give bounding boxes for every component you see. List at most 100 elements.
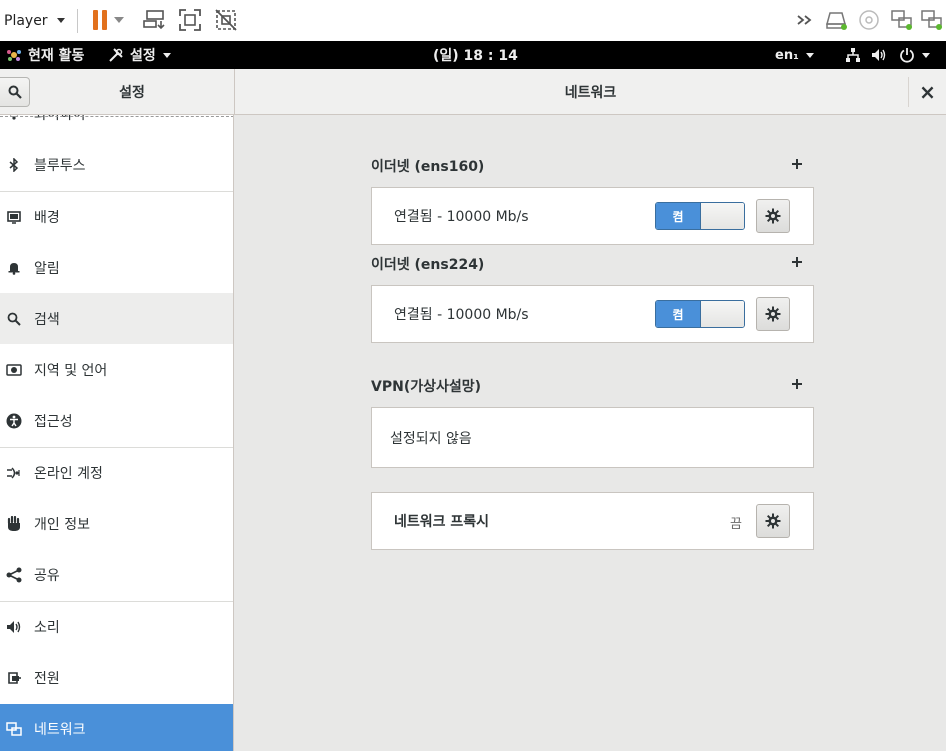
app-menu-label: 설정 bbox=[130, 48, 156, 64]
ethernet-ens160-status: 연결됨 - 10000 Mb/s bbox=[394, 209, 529, 225]
sidebar-item-label: 온라인 계정 bbox=[34, 466, 103, 483]
cd-device-button[interactable] bbox=[855, 6, 883, 34]
network-adapter-icon bbox=[891, 10, 912, 30]
chevron-down-icon bbox=[114, 17, 124, 23]
ethernet-ens224-card: 연결됨 - 10000 Mb/s 켬 bbox=[371, 285, 814, 343]
vpn-heading: VPN(가상사설망) bbox=[371, 379, 482, 395]
sidebar-item-region[interactable]: 지역 및 언어 bbox=[0, 344, 233, 395]
close-button[interactable]: × bbox=[908, 77, 946, 107]
network-proxy-status: 끔 bbox=[730, 517, 742, 532]
privacy-hand-icon bbox=[6, 516, 22, 532]
background-icon bbox=[6, 209, 22, 225]
toggle-on-label: 켬 bbox=[656, 203, 700, 229]
network-adapter-1-button[interactable] bbox=[888, 6, 916, 34]
accessibility-icon bbox=[6, 413, 22, 429]
sidebar-item-bluetooth[interactable]: 블루투스 bbox=[0, 139, 233, 190]
network-icon bbox=[6, 721, 22, 737]
sidebar-item-sharing[interactable]: 공유 bbox=[0, 550, 233, 601]
power-menu-dropdown[interactable] bbox=[111, 6, 127, 34]
search-icon bbox=[8, 85, 22, 99]
sidebar-item-power[interactable]: 전원 bbox=[0, 652, 233, 703]
toggle-on-label: 켬 bbox=[656, 301, 700, 327]
add-ethernet-ens160-button[interactable] bbox=[789, 156, 805, 172]
input-method-button[interactable]: en₁ bbox=[775, 41, 814, 69]
sidebar-item-online-accounts[interactable]: 온라인 계정 bbox=[0, 447, 233, 498]
network-proxy-card[interactable]: 네트워크 프록시 끔 bbox=[371, 492, 814, 550]
ethernet-ens224-toggle[interactable]: 켬 bbox=[655, 300, 745, 328]
region-icon bbox=[6, 362, 22, 378]
gear-icon bbox=[765, 306, 781, 322]
toolbar-divider bbox=[76, 8, 78, 33]
network-send-icon bbox=[143, 10, 165, 30]
sound-icon bbox=[6, 619, 22, 635]
activities-button[interactable]: 현재 활동 bbox=[6, 41, 84, 69]
sidebar-item-accessibility[interactable]: 접근성 bbox=[0, 396, 233, 447]
ethernet-ens160-toggle[interactable]: 켬 bbox=[655, 202, 745, 230]
sidebar-item-search[interactable]: 검색 bbox=[0, 293, 233, 345]
sidebar-item-label: 검색 bbox=[34, 311, 60, 328]
sidebar-item-label: 공유 bbox=[34, 568, 60, 585]
unity-disabled-icon bbox=[215, 9, 237, 31]
network-proxy-settings-button[interactable] bbox=[756, 504, 790, 538]
search-icon bbox=[6, 311, 22, 327]
fullscreen-icon bbox=[179, 9, 201, 31]
share-icon bbox=[6, 567, 22, 583]
page-title: 네트워크 bbox=[564, 85, 617, 101]
ethernet-ens224-heading: 이더넷 (ens224) bbox=[371, 257, 485, 273]
power-icon bbox=[900, 48, 914, 63]
sidebar-item-label: 배경 bbox=[34, 209, 60, 226]
vpn-status: 설정되지 않음 bbox=[390, 430, 472, 447]
sidebar-item-sound[interactable]: 소리 bbox=[0, 600, 233, 652]
sidebar-item-label: 전원 bbox=[34, 670, 60, 687]
player-menu-label: Player bbox=[4, 12, 48, 29]
double-chevron-right-icon bbox=[797, 15, 812, 25]
gear-icon bbox=[765, 208, 781, 224]
sidebar-title: 설정 bbox=[119, 85, 145, 101]
chevron-down-icon bbox=[922, 52, 930, 58]
online-accounts-icon bbox=[6, 465, 22, 481]
app-menu-button[interactable]: 설정 bbox=[108, 41, 171, 69]
clock-button[interactable]: (일) 18 : 14 bbox=[433, 41, 518, 69]
sidebar-item-network[interactable]: 네트워크 bbox=[0, 703, 233, 751]
bell-icon bbox=[6, 260, 22, 276]
tools-icon bbox=[109, 48, 123, 62]
player-menu-button[interactable]: Player bbox=[0, 0, 65, 41]
network-adapter-icon bbox=[921, 10, 942, 30]
ethernet-ens160-settings-button[interactable] bbox=[756, 199, 790, 233]
sidebar-item-wifi[interactable]: 와이파이 bbox=[0, 115, 233, 139]
sidebar-item-label: 개인 정보 bbox=[34, 517, 90, 534]
close-icon: × bbox=[919, 80, 936, 104]
hard-disk-device-button[interactable] bbox=[823, 6, 851, 34]
toggle-knob bbox=[700, 203, 744, 229]
unity-mode-button[interactable] bbox=[212, 6, 240, 34]
sidebar-item-privacy[interactable]: 개인 정보 bbox=[0, 498, 233, 549]
vpn-card: 설정되지 않음 bbox=[371, 407, 814, 468]
chevron-down-icon bbox=[56, 18, 65, 23]
sidebar-item-label: 접근성 bbox=[34, 414, 73, 431]
fullscreen-button[interactable] bbox=[176, 6, 204, 34]
sidebar-item-label: 블루투스 bbox=[34, 157, 86, 174]
system-status-menu[interactable] bbox=[845, 41, 930, 69]
bluetooth-icon bbox=[6, 157, 22, 173]
add-vpn-button[interactable] bbox=[789, 376, 805, 392]
sidebar-item-notifications[interactable]: 알림 bbox=[0, 242, 233, 293]
settings-headerbar: 설정 네트워크 × bbox=[0, 69, 946, 115]
send-ctrl-alt-del-button[interactable] bbox=[141, 6, 169, 34]
add-ethernet-ens224-button[interactable] bbox=[789, 254, 805, 270]
sidebar-item-label: 소리 bbox=[34, 620, 60, 637]
pause-button[interactable] bbox=[86, 6, 114, 34]
sidebar-item-background[interactable]: 배경 bbox=[0, 190, 233, 242]
scroll-edge-divider bbox=[0, 116, 233, 117]
ethernet-ens160-card: 연결됨 - 10000 Mb/s 켬 bbox=[371, 187, 814, 245]
more-devices-button[interactable] bbox=[792, 6, 820, 34]
player-toolbar: Player bbox=[0, 0, 946, 41]
sidebar-item-label: 알림 bbox=[34, 260, 60, 277]
toggle-knob bbox=[700, 301, 744, 327]
clock-label: (일) 18 : 14 bbox=[433, 48, 518, 64]
ethernet-ens224-settings-button[interactable] bbox=[756, 297, 790, 331]
chevron-down-icon bbox=[805, 52, 814, 58]
input-method-label: en₁ bbox=[775, 47, 799, 63]
search-button[interactable] bbox=[0, 77, 30, 107]
gnome-foot-icon bbox=[7, 50, 21, 61]
network-adapter-2-button[interactable] bbox=[918, 6, 946, 34]
